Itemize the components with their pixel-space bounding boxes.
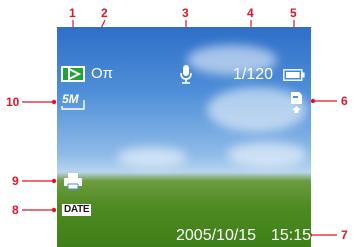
callout-9: 9 [12, 174, 19, 188]
callout-6: 6 [341, 94, 348, 108]
playback-icon [61, 66, 85, 82]
resolution-label: 5M [62, 92, 79, 106]
date-time-display: 2005/10/15 15:15 [176, 227, 311, 245]
callout-10: 10 [6, 95, 20, 109]
lcd-screen [57, 27, 311, 247]
callout-4: 4 [247, 6, 254, 20]
printer-icon [64, 173, 82, 190]
dpof-print-icon [291, 92, 302, 113]
callout-3: 3 [182, 6, 189, 20]
callout-8: 8 [12, 203, 19, 217]
callout-7: 7 [341, 228, 348, 242]
callout-1: 1 [69, 6, 76, 20]
date-stamp-badge: DATE [62, 204, 92, 216]
voice-memo-mic-icon [180, 65, 192, 84]
file-counter: 1/120 [233, 66, 274, 83]
callout-2: 2 [101, 6, 108, 20]
date-text: 2005/10/15 [176, 227, 257, 244]
battery-full-icon [283, 69, 305, 81]
protect-key-icon: Oπ [91, 65, 114, 82]
resolution-icon: 5M [61, 92, 85, 110]
cloud [117, 147, 187, 167]
cloud [227, 142, 307, 167]
callout-5: 5 [290, 6, 297, 20]
time-text: 15:15 [270, 227, 312, 244]
